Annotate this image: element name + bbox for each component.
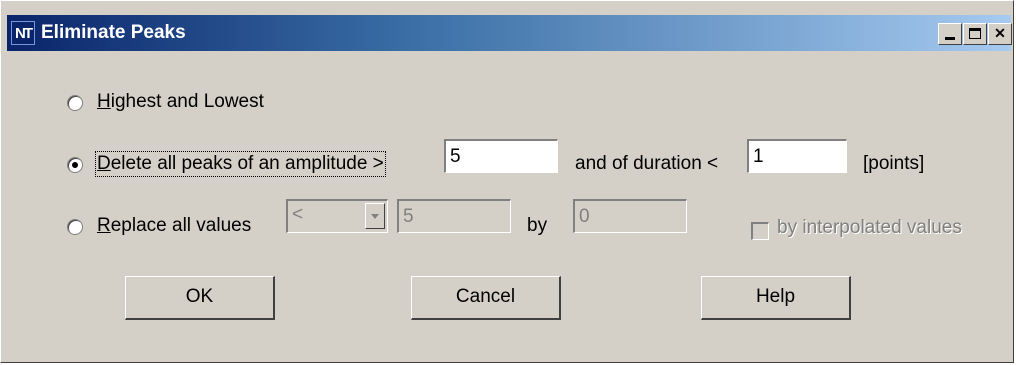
highest-lowest-label[interactable]: Highest and Lowest — [97, 91, 264, 113]
ok-button[interactable]: OK — [125, 276, 275, 320]
replace-values-label[interactable]: Replace all values — [97, 215, 251, 237]
dropdown-arrow-icon[interactable] — [365, 203, 385, 229]
highest-lowest-radio[interactable] — [67, 95, 83, 111]
by-label: by — [527, 215, 548, 236]
replace-values-radio[interactable] — [67, 219, 83, 235]
amplitude-input[interactable] — [444, 139, 558, 173]
maximize-icon — [969, 28, 981, 39]
duration-input[interactable] — [747, 139, 847, 173]
operator-value: < — [292, 204, 304, 225]
help-button[interactable]: Help — [701, 276, 851, 320]
points-unit-label: [points] — [863, 153, 925, 174]
maximize-button[interactable] — [963, 23, 987, 45]
replacement-value-input[interactable] — [573, 199, 687, 233]
minimize-button[interactable] — [938, 23, 962, 45]
delete-peaks-label[interactable]: Delete all peaks of an amplitude > — [95, 151, 386, 177]
duration-label: and of duration < — [575, 153, 719, 174]
app-logo-icon: NT — [11, 21, 35, 45]
radio-selected-dot — [72, 162, 78, 168]
cancel-button[interactable]: Cancel — [411, 276, 561, 320]
threshold-input[interactable] — [397, 199, 511, 233]
operator-select[interactable]: < — [286, 199, 388, 233]
interpolated-values-checkbox[interactable] — [751, 222, 769, 240]
eliminate-peaks-dialog: NT Eliminate Peaks ✕ Highest and Lowest … — [0, 0, 1014, 363]
interpolated-values-label[interactable]: by interpolated values — [777, 217, 962, 239]
title-bar[interactable]: NT Eliminate Peaks ✕ — [7, 15, 1012, 51]
minimize-icon — [945, 37, 955, 40]
close-icon: ✕ — [994, 25, 1006, 41]
window-title: Eliminate Peaks — [41, 22, 186, 43]
delete-peaks-radio[interactable] — [67, 157, 83, 173]
close-button[interactable]: ✕ — [988, 23, 1012, 45]
